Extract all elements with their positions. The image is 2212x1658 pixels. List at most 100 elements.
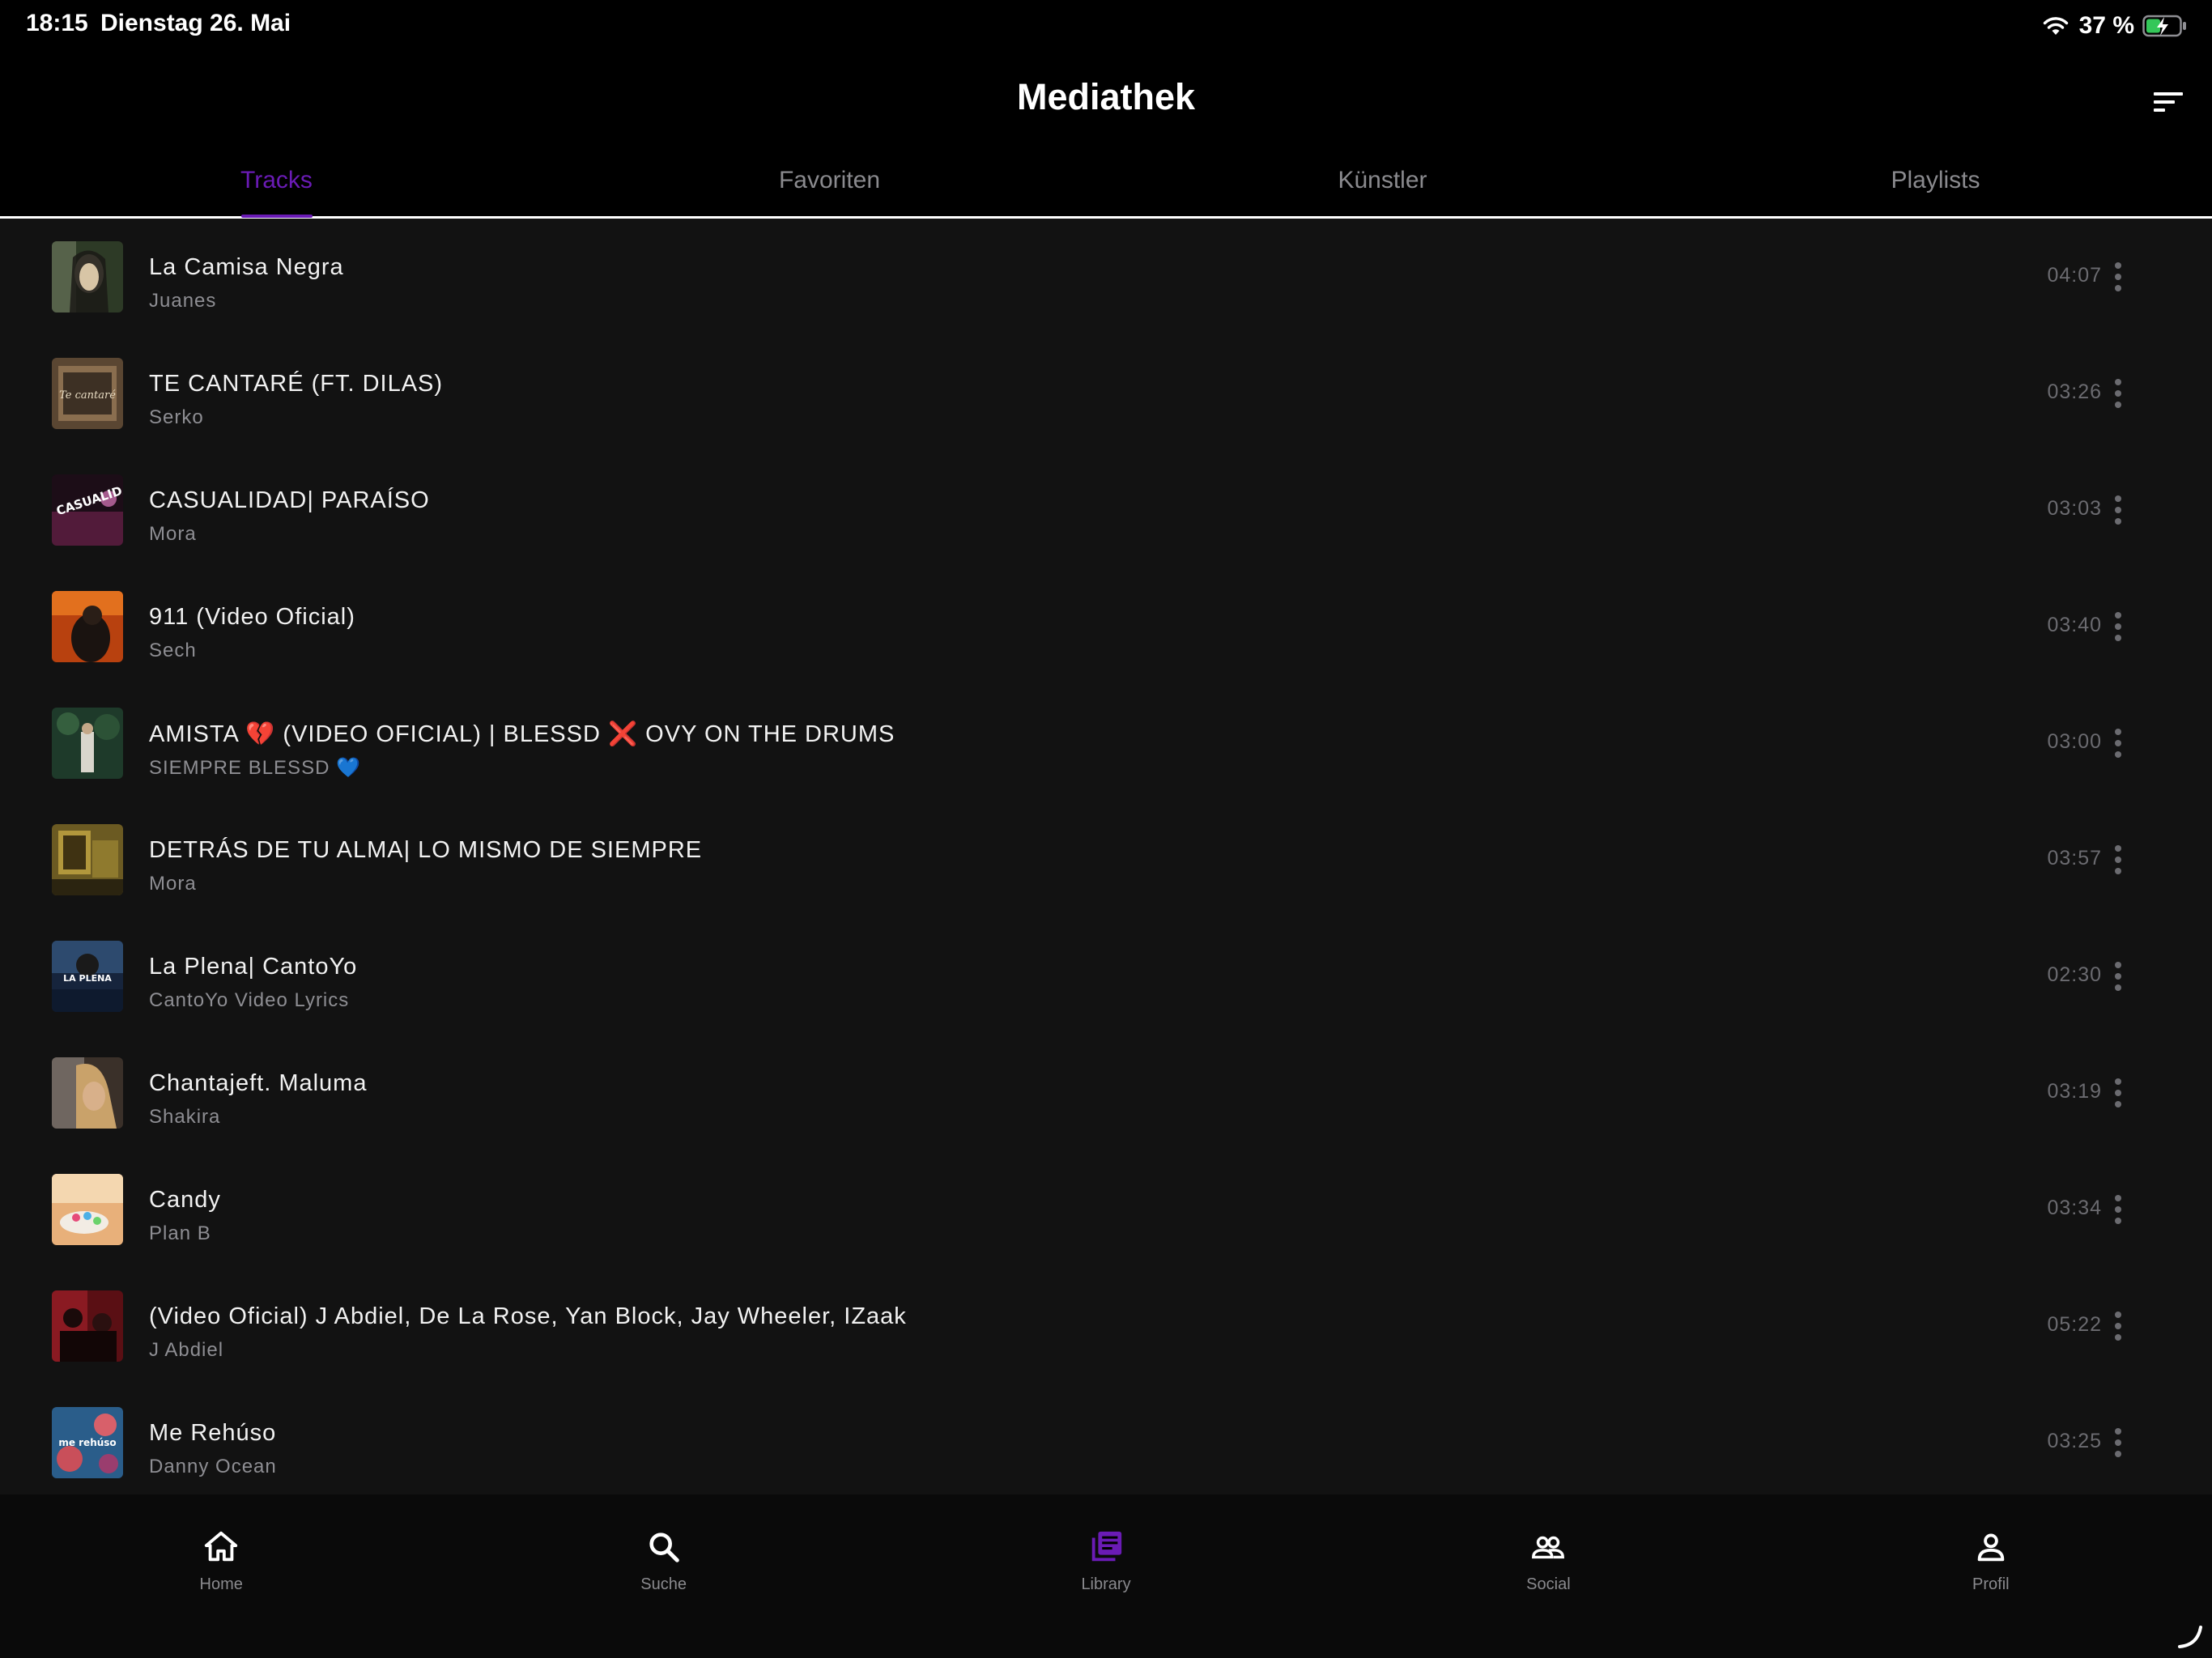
tab-label: Künstler — [1338, 167, 1427, 193]
track-artist: Mora — [149, 873, 197, 895]
nav-home[interactable]: Home — [0, 1494, 442, 1658]
track-title: CASUALIDAD| PARAÍSO — [149, 487, 430, 513]
more-options-button[interactable] — [2108, 1187, 2128, 1232]
status-indicators: 37 % — [2042, 10, 2188, 42]
library-tabs: Tracks Favoriten Künstler Playlists — [0, 142, 2212, 219]
cover-text: me rehúso — [58, 1437, 116, 1448]
more-dots-icon — [2115, 1439, 2121, 1446]
more-options-button[interactable] — [2108, 1303, 2128, 1349]
more-options-button[interactable] — [2108, 721, 2128, 766]
more-options-button[interactable] — [2108, 954, 2128, 999]
track-row[interactable]: La Camisa Negra Juanes 04:07 — [0, 219, 2212, 335]
more-options-button[interactable] — [2108, 604, 2128, 649]
track-artist: Sech — [149, 640, 197, 661]
more-dots-icon — [2115, 518, 2121, 525]
corner-gesture-icon[interactable] — [2175, 1621, 2204, 1650]
sort-button[interactable] — [2147, 81, 2189, 123]
track-row[interactable]: LA PLENA La Plena| CantoYo CantoYo Video… — [0, 918, 2212, 1035]
wifi-icon — [2042, 15, 2069, 36]
track-row[interactable]: DETRÁS DE TU ALMA| LO MISMO DE SIEMPRE M… — [0, 801, 2212, 918]
more-dots-icon — [2115, 962, 2121, 968]
more-dots-icon — [2115, 390, 2121, 397]
nav-label: Home — [199, 1575, 243, 1593]
tab-playlists[interactable]: Playlists — [1659, 142, 2212, 216]
nav-library[interactable]: Library — [885, 1494, 1327, 1658]
battery-charging-icon — [2142, 15, 2188, 37]
track-row[interactable]: CASUALIDAD CASUALIDAD| PARAÍSO Mora 03:0… — [0, 452, 2212, 568]
sort-icon — [2154, 92, 2183, 112]
track-row[interactable]: Te cantaré TE CANTARÉ (FT. DILAS) Serko … — [0, 335, 2212, 452]
track-duration: 03:40 — [2047, 614, 2102, 636]
track-row[interactable]: Chantajeft. Maluma Shakira 03:19 — [0, 1035, 2212, 1151]
tab-tracks[interactable]: Tracks — [0, 142, 553, 218]
nav-social[interactable]: Social — [1327, 1494, 1769, 1658]
more-dots-icon — [2115, 612, 2121, 619]
more-options-button[interactable] — [2108, 1070, 2128, 1116]
app-root: 18:15 Dienstag 26. Mai 37 % Mediathek Tr… — [0, 0, 2212, 1658]
more-dots-icon — [2115, 1206, 2121, 1213]
track-row[interactable]: 911 (Video Oficial) Sech 03:40 — [0, 568, 2212, 685]
tab-favoriten[interactable]: Favoriten — [553, 142, 1106, 216]
track-title: La Camisa Negra — [149, 254, 344, 280]
artist-text: SIEMPRE BLESSD — [149, 757, 337, 779]
bottom-navigation: Home Suche Library Social Profil — [0, 1494, 2212, 1658]
title-text: OVY ON THE DRUMS — [638, 721, 895, 747]
track-list[interactable]: La Camisa Negra Juanes 04:07 Te cantaré … — [0, 219, 2212, 1494]
track-duration: 03:57 — [2047, 847, 2102, 869]
track-artist: Juanes — [149, 290, 217, 312]
more-dots-icon — [2115, 1090, 2121, 1096]
more-dots-icon — [2115, 1195, 2121, 1201]
more-dots-icon — [2115, 262, 2121, 269]
tab-label: Tracks — [240, 167, 313, 193]
status-time: 18:15 — [26, 10, 88, 36]
title-text: (VIDEO OFICIAL) | BLESSD — [275, 721, 608, 747]
more-options-button[interactable] — [2108, 837, 2128, 882]
track-duration: 03:19 — [2047, 1080, 2102, 1103]
track-artist: Shakira — [149, 1106, 221, 1128]
more-dots-icon — [2115, 1101, 2121, 1107]
title-text: AMISTA — [149, 721, 246, 747]
track-title: 911 (Video Oficial) — [149, 604, 355, 630]
nav-search[interactable]: Suche — [442, 1494, 884, 1658]
tab-kuenstler[interactable]: Künstler — [1106, 142, 1659, 216]
cover-text: LA PLENA — [63, 973, 112, 984]
album-cover — [52, 591, 123, 662]
more-dots-icon — [2115, 1451, 2121, 1457]
nav-label: Library — [1081, 1575, 1131, 1593]
nav-label: Profil — [1972, 1575, 2010, 1593]
blue-heart-icon: 💙 — [336, 757, 361, 779]
more-dots-icon — [2115, 1428, 2121, 1435]
track-row[interactable]: (Video Oficial) J Abdiel, De La Rose, Ya… — [0, 1268, 2212, 1384]
more-dots-icon — [2115, 1323, 2121, 1329]
track-title: Chantajeft. Maluma — [149, 1070, 368, 1096]
album-cover — [52, 708, 123, 779]
album-cover — [52, 1290, 123, 1362]
more-dots-icon — [2115, 751, 2121, 758]
active-tab-indicator — [240, 215, 313, 218]
more-options-button[interactable] — [2108, 1420, 2128, 1465]
library-icon — [1091, 1531, 1122, 1562]
track-row[interactable]: Candy Plan B 03:34 — [0, 1151, 2212, 1268]
album-cover — [52, 824, 123, 895]
home-icon — [205, 1531, 238, 1562]
track-title: La Plena| CantoYo — [149, 954, 358, 980]
track-row[interactable]: AMISTA 💔 (VIDEO OFICIAL) | BLESSD ❌ OVY … — [0, 685, 2212, 801]
more-options-button[interactable] — [2108, 487, 2128, 533]
cross-mark-icon: ❌ — [608, 721, 639, 747]
more-dots-icon — [2115, 984, 2121, 991]
more-dots-icon — [2115, 379, 2121, 385]
page-title: Mediathek — [1016, 76, 1196, 117]
track-row[interactable]: me rehúso Me Rehúso Danny Ocean 03:25 — [0, 1384, 2212, 1494]
nav-profile[interactable]: Profil — [1770, 1494, 2212, 1658]
more-options-button[interactable] — [2108, 371, 2128, 416]
more-options-button[interactable] — [2108, 254, 2128, 300]
more-dots-icon — [2115, 1312, 2121, 1318]
tab-label: Favoriten — [778, 167, 881, 193]
album-cover: Te cantaré — [52, 358, 123, 429]
status-date: Dienstag 26. Mai — [100, 10, 291, 36]
social-icon — [1532, 1536, 1565, 1559]
profile-icon — [1977, 1533, 2005, 1562]
more-dots-icon — [2115, 857, 2121, 863]
track-duration: 03:34 — [2047, 1197, 2102, 1219]
track-artist: SIEMPRE BLESSD 💙 — [149, 756, 361, 780]
